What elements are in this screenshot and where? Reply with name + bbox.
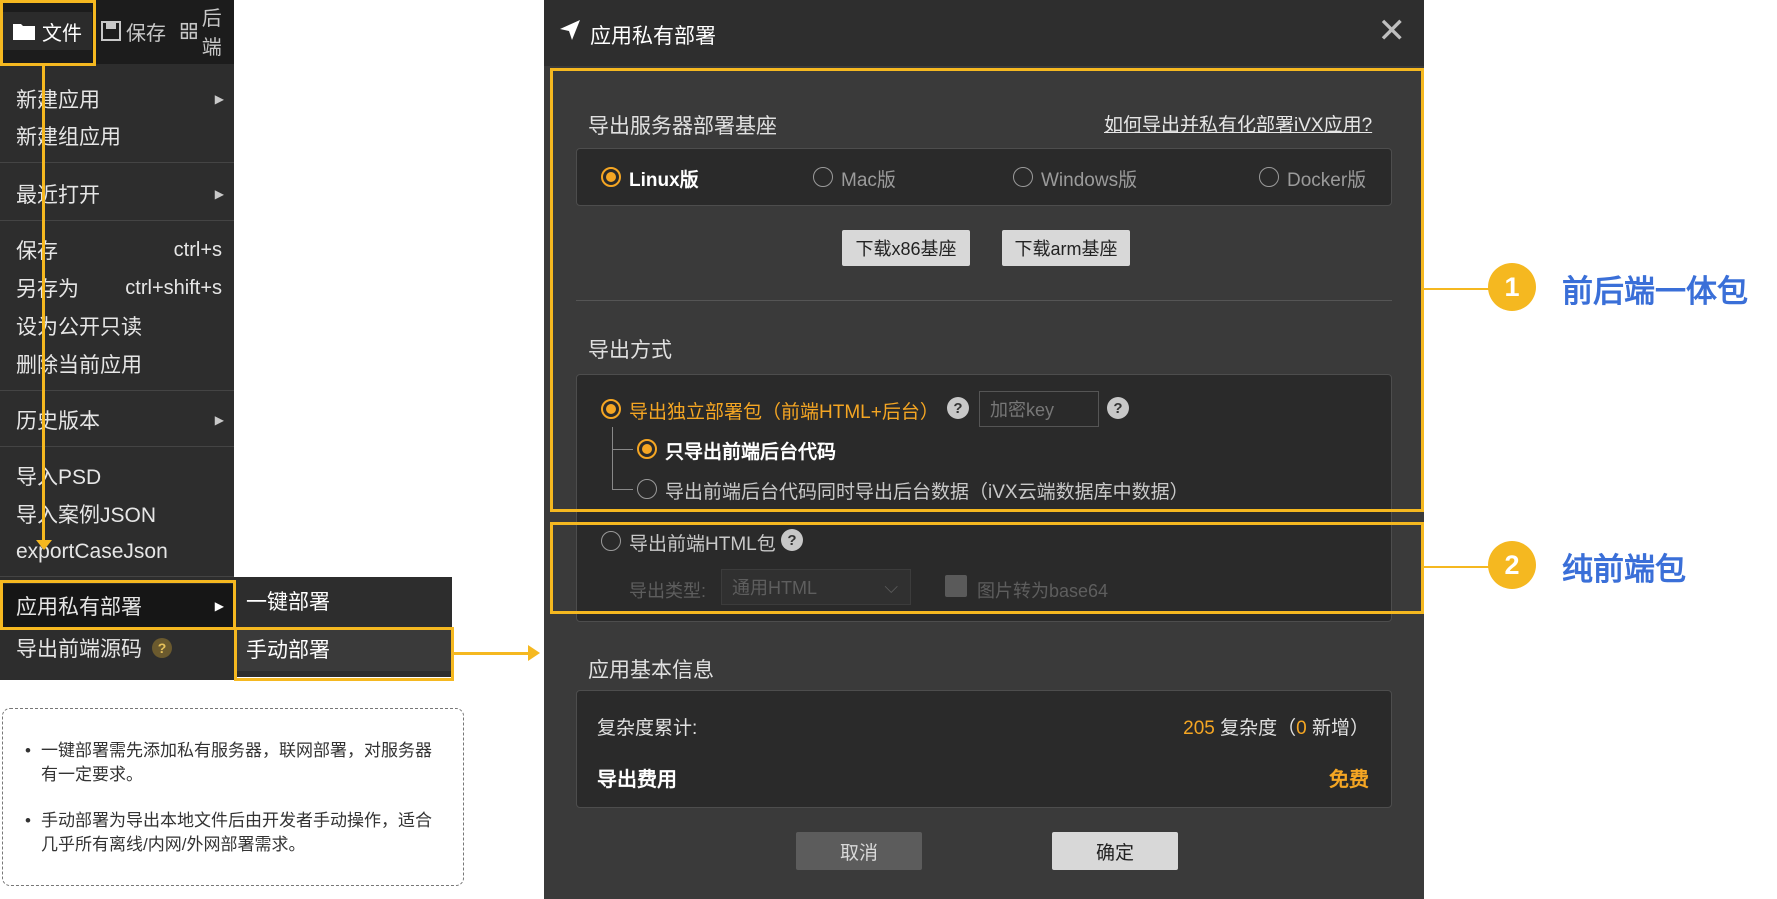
save-label: 保存: [126, 22, 166, 45]
menu-item-label: 导入PSD: [16, 466, 102, 489]
complexity-summary: 205 复杂度（0 新增）: [1183, 718, 1369, 739]
callout-line: [1424, 288, 1492, 290]
menu-divider: [0, 576, 234, 577]
save-button[interactable]: 保存: [100, 12, 166, 50]
submenu-item-label: 一键部署: [246, 591, 330, 614]
dialog-header: 应用私有部署 ✕: [544, 0, 1424, 66]
menu-item-history[interactable]: 历史版本 ▶: [0, 402, 234, 438]
submenu-arrow-icon: ▶: [214, 187, 224, 201]
shortcut-label: ctrl+shift+s: [125, 276, 222, 299]
highlight-fullstack-package: [550, 68, 1424, 512]
menu-item-label: 新建组应用: [16, 126, 121, 149]
menu-item-label: 导入案例JSON: [16, 504, 157, 527]
highlight-manual-deploy: [234, 627, 454, 681]
callout-text: 纯前端包: [1562, 552, 1686, 587]
save-icon: [101, 21, 121, 41]
highlight-frontend-package: [550, 522, 1424, 614]
help-icon[interactable]: ?: [152, 638, 172, 658]
connector-arrow-icon: [528, 645, 540, 661]
backend-button[interactable]: 后端: [180, 8, 234, 59]
callout-badge: 2: [1488, 541, 1536, 589]
callout-badge: 1: [1488, 263, 1536, 311]
deploy-notes-box: • 一键部署需先添加私有服务器，联网部署，对服务器有一定要求。 • 手动部署为导出本…: [2, 708, 464, 886]
submenu-arrow-icon: ▶: [214, 413, 224, 427]
highlight-file-menu: [0, 0, 96, 66]
menu-divider: [0, 390, 234, 391]
dialog-title: 应用私有部署: [590, 25, 716, 48]
menu-item-label: 最近打开: [16, 184, 100, 207]
connector-line: [42, 66, 45, 544]
note-item: • 手动部署为导出本地文件后由开发者手动操作，适合几乎所有离线/内网/外网部署需求…: [25, 811, 432, 854]
menu-item-save-as[interactable]: 另存为 ctrl+shift+s: [0, 270, 234, 306]
connector-line: [454, 652, 528, 655]
fee-label: 导出费用: [597, 769, 677, 791]
cancel-button[interactable]: 取消: [796, 832, 922, 870]
complexity-value: 205: [1183, 718, 1215, 739]
menu-item-new-app[interactable]: 新建应用 ▶: [0, 81, 234, 117]
menu-divider: [0, 220, 234, 221]
menu-item-set-public-readonly[interactable]: 设为公开只读: [0, 308, 234, 344]
submenu-arrow-icon: ▶: [214, 92, 224, 106]
connector-arrow-icon: [36, 540, 52, 550]
menu-item-label: 删除当前应用: [16, 354, 142, 377]
submenu-item-one-click-deploy[interactable]: 一键部署: [234, 579, 452, 623]
note-item: • 一键部署需先添加私有服务器，联网部署，对服务器有一定要求。: [25, 741, 432, 784]
menu-item-save[interactable]: 保存 ctrl+s: [0, 232, 234, 268]
menu-item-label: 导出前端源码: [16, 638, 142, 661]
close-icon[interactable]: ✕: [1378, 14, 1407, 48]
menu-divider: [0, 162, 234, 163]
complexity-label: 复杂度累计:: [597, 718, 698, 739]
menu-item-export-frontend-source[interactable]: 导出前端源码?: [0, 630, 234, 666]
menu-item-label: 另存为: [16, 278, 79, 301]
backend-label: 后端: [201, 8, 222, 59]
app-info-panel: 复杂度累计: 205 复杂度（0 新增） 导出费用 免费: [576, 690, 1392, 808]
menu-item-recent[interactable]: 最近打开 ▶: [0, 176, 234, 212]
menu-item-label: 新建应用: [16, 89, 100, 112]
menu-item-import-psd[interactable]: 导入PSD: [0, 458, 234, 494]
info-section-label: 应用基本信息: [588, 659, 714, 682]
menu-item-delete-app[interactable]: 删除当前应用: [0, 346, 234, 382]
menu-item-new-group-app[interactable]: 新建组应用: [0, 118, 234, 154]
fee-value: 免费: [1329, 769, 1369, 791]
menu-item-import-case-json[interactable]: 导入案例JSON: [0, 496, 234, 532]
menu-divider: [0, 446, 234, 447]
callout-line: [1424, 566, 1492, 568]
grid-icon: [180, 22, 197, 40]
callout-text: 前后端一体包: [1562, 274, 1748, 309]
complexity-new-value: 0: [1296, 718, 1307, 739]
menu-item-label: 历史版本: [16, 410, 100, 433]
paper-plane-icon: [560, 20, 580, 40]
highlight-private-deploy: [0, 580, 236, 630]
shortcut-label: ctrl+s: [173, 238, 222, 261]
menu-item-label: 保存: [16, 240, 58, 263]
confirm-button[interactable]: 确定: [1052, 832, 1178, 870]
menu-item-label: 设为公开只读: [16, 316, 142, 339]
